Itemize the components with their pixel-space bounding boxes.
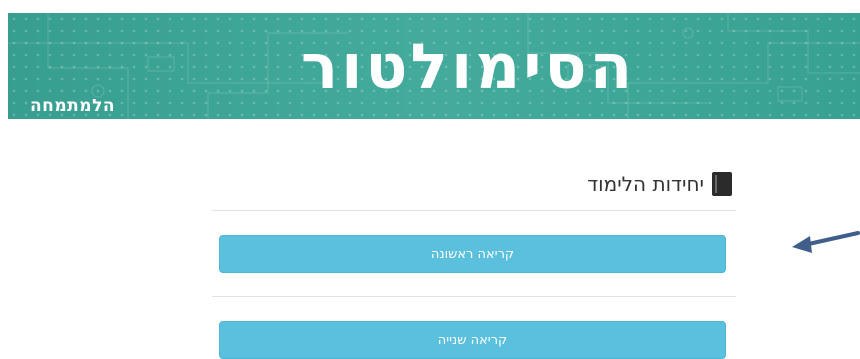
section-title: יחידות הלימוד xyxy=(587,172,704,196)
header-banner: הסימולטור הלמתמחה xyxy=(8,13,860,119)
app-title: הסימולטור xyxy=(300,29,636,103)
divider xyxy=(212,296,736,297)
book-icon xyxy=(712,172,732,196)
unit-button-first-reading[interactable]: קריאה ראשונה xyxy=(219,235,726,273)
divider xyxy=(212,210,736,211)
unit-button-second-reading[interactable]: קריאה שנייה xyxy=(219,321,726,359)
pointer-arrow-icon xyxy=(792,231,860,253)
section-heading: יחידות הלימוד xyxy=(587,172,732,196)
brand-logo[interactable]: הלמתמחה xyxy=(30,96,115,116)
